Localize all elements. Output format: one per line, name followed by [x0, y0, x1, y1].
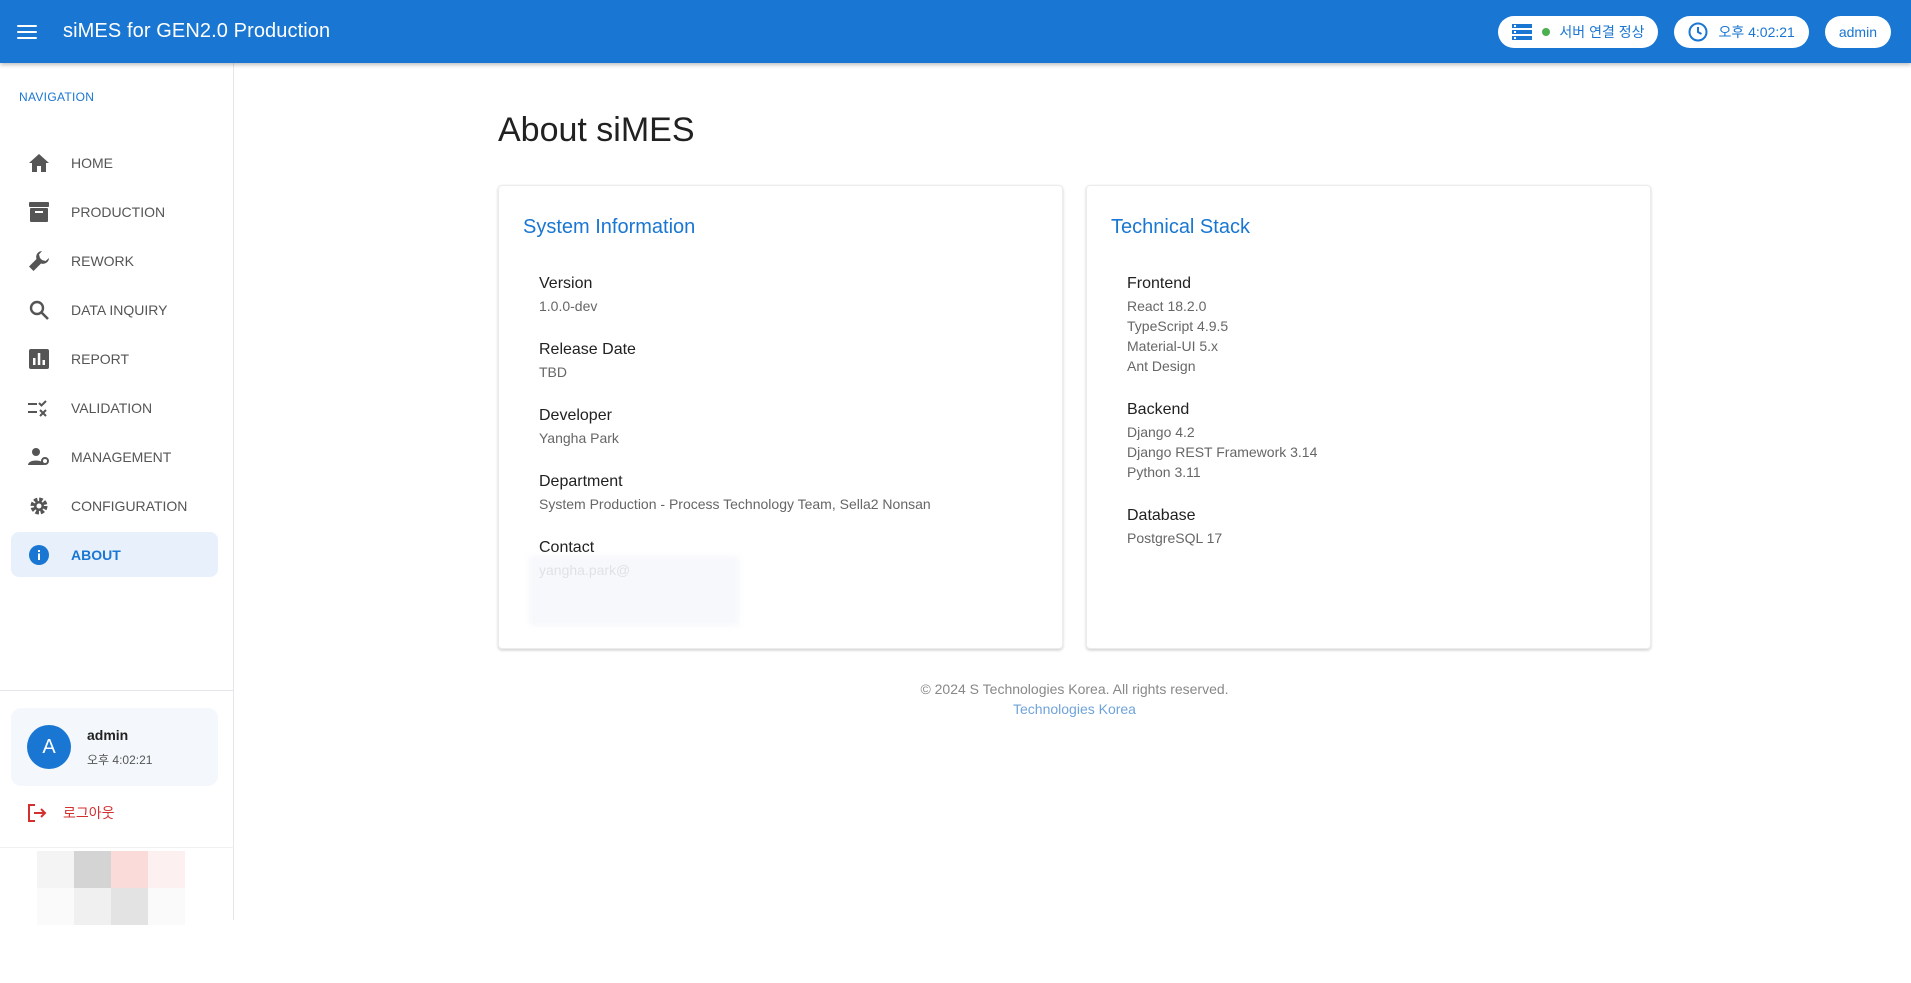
- sidebar-item-management[interactable]: MANAGEMENT: [11, 434, 218, 479]
- stack-label: Backend: [1127, 401, 1190, 418]
- sidebar-item-label: CONFIGURATION: [71, 497, 188, 514]
- sidebar-item-validation[interactable]: VALIDATION: [11, 385, 218, 430]
- server-icon: [1512, 23, 1533, 41]
- info-developer: Developer Yangha Park: [539, 406, 931, 448]
- stack-item: React 18.2.0: [1127, 298, 1207, 314]
- user-gear-icon: [27, 445, 51, 469]
- sidebar-item-label: MANAGEMENT: [71, 448, 172, 465]
- sidebar-item-label: HOME: [71, 154, 113, 171]
- sidebar-item-production[interactable]: PRODUCTION: [11, 189, 218, 234]
- app-bar: siMES for GEN2.0 Production 서버 연결 정상 오후 …: [0, 0, 1911, 63]
- logout-label: 로그아웃: [63, 805, 115, 821]
- info-icon: [27, 543, 51, 567]
- bar-chart-icon: [27, 347, 51, 371]
- info-label: Developer: [539, 407, 612, 424]
- nav-list: HOME PRODUCTION REWORK DATA INQUIRY REPO…: [11, 140, 218, 581]
- app-title: siMES for GEN2.0 Production: [63, 20, 331, 42]
- info-version: Version 1.0.0-dev: [539, 274, 931, 316]
- sidebar-item-data-inquiry[interactable]: DATA INQUIRY: [11, 287, 218, 332]
- logout-icon: [27, 804, 47, 822]
- stack-item: Material-UI 5.x: [1127, 338, 1219, 354]
- card-title: Technical Stack: [1111, 216, 1250, 238]
- info-label: Version: [539, 275, 593, 292]
- footer-company-link[interactable]: Technologies Korea: [498, 701, 1651, 717]
- server-status-label: 서버 연결 정상: [1559, 23, 1645, 40]
- gear-icon: [27, 494, 51, 518]
- checklist-icon: [27, 396, 51, 420]
- clock-label: 오후 4:02:21: [1718, 23, 1795, 40]
- stack-item: Django 4.2: [1127, 424, 1195, 440]
- sidebar-item-about[interactable]: ABOUT: [11, 532, 218, 577]
- clock-icon: [1688, 22, 1708, 42]
- sidebar-item-home[interactable]: HOME: [11, 140, 218, 185]
- stack-label: Frontend: [1127, 275, 1192, 292]
- stack-label: Database: [1127, 507, 1196, 524]
- user-chip-label: admin: [1838, 23, 1877, 40]
- search-icon: [27, 298, 51, 322]
- status-dot: [1542, 27, 1551, 36]
- sidebar-divider: [0, 847, 234, 848]
- user-chip[interactable]: admin: [1824, 15, 1891, 48]
- sidebar-item-label: REPORT: [71, 350, 130, 367]
- sidebar-item-report[interactable]: REPORT: [11, 336, 218, 381]
- stack-item: Python 3.11: [1127, 464, 1201, 480]
- stack-item: PostgreSQL 17: [1127, 530, 1223, 546]
- avatar: A: [27, 725, 71, 769]
- wrench-icon: [27, 249, 51, 273]
- info-release-date: Release Date TBD: [539, 340, 931, 382]
- info-value: 1.0.0-dev: [539, 298, 598, 314]
- user-name: admin: [87, 726, 129, 743]
- nav-section-title: NAVIGATION: [19, 90, 95, 104]
- stack-backend: Backend Django 4.2 Django REST Framework…: [1127, 400, 1317, 482]
- sidebar-item-configuration[interactable]: CONFIGURATION: [11, 483, 218, 528]
- clock-chip: 오후 4:02:21: [1674, 15, 1809, 48]
- sidebar-item-label: REWORK: [71, 252, 134, 269]
- stack-item: Ant Design: [1127, 358, 1196, 374]
- stack-database: Database PostgreSQL 17: [1127, 506, 1317, 548]
- user-time: 오후 4:02:21: [87, 752, 153, 767]
- redaction-blur: [529, 556, 739, 626]
- sidebar-item-rework[interactable]: REWORK: [11, 238, 218, 283]
- logout-button[interactable]: 로그아웃: [27, 803, 115, 823]
- sidebar-item-label: PRODUCTION: [71, 203, 166, 220]
- user-card: A admin 오후 4:02:21: [11, 708, 218, 786]
- main-content: About siMES System Information Version 1…: [235, 63, 1911, 920]
- sidebar: NAVIGATION HOME PRODUCTION REWORK DATA I…: [0, 63, 234, 925]
- info-value: Yangha Park: [539, 430, 619, 446]
- info-label: Department: [539, 473, 623, 490]
- home-icon: [27, 151, 51, 175]
- page-title: About siMES: [498, 111, 695, 149]
- info-department: Department System Production - Process T…: [539, 472, 931, 514]
- pixelated-logo: [37, 851, 185, 983]
- system-information-card: System Information Version 1.0.0-dev Rel…: [498, 185, 1063, 649]
- stack-item: TypeScript 4.9.5: [1127, 318, 1229, 334]
- info-value: System Production - Process Technology T…: [539, 496, 931, 512]
- server-status-chip[interactable]: 서버 연결 정상: [1498, 15, 1659, 48]
- info-label: Release Date: [539, 341, 636, 358]
- archive-box-icon: [27, 200, 51, 224]
- sidebar-item-label: VALIDATION: [71, 399, 153, 416]
- sidebar-item-label: ABOUT: [71, 546, 121, 563]
- technical-stack-card: Technical Stack Frontend React 18.2.0 Ty…: [1086, 185, 1651, 649]
- stack-frontend: Frontend React 18.2.0 TypeScript 4.9.5 M…: [1127, 274, 1317, 376]
- card-title: System Information: [523, 216, 696, 238]
- stack-item: Django REST Framework 3.14: [1127, 444, 1318, 460]
- footer-copyright: © 2024 S Technologies Korea. All rights …: [920, 681, 1229, 697]
- sidebar-item-label: DATA INQUIRY: [71, 301, 168, 318]
- sidebar-divider: [0, 690, 234, 691]
- menu-icon[interactable]: [17, 22, 43, 42]
- info-value: TBD: [539, 364, 567, 380]
- info-label: Contact: [539, 539, 595, 556]
